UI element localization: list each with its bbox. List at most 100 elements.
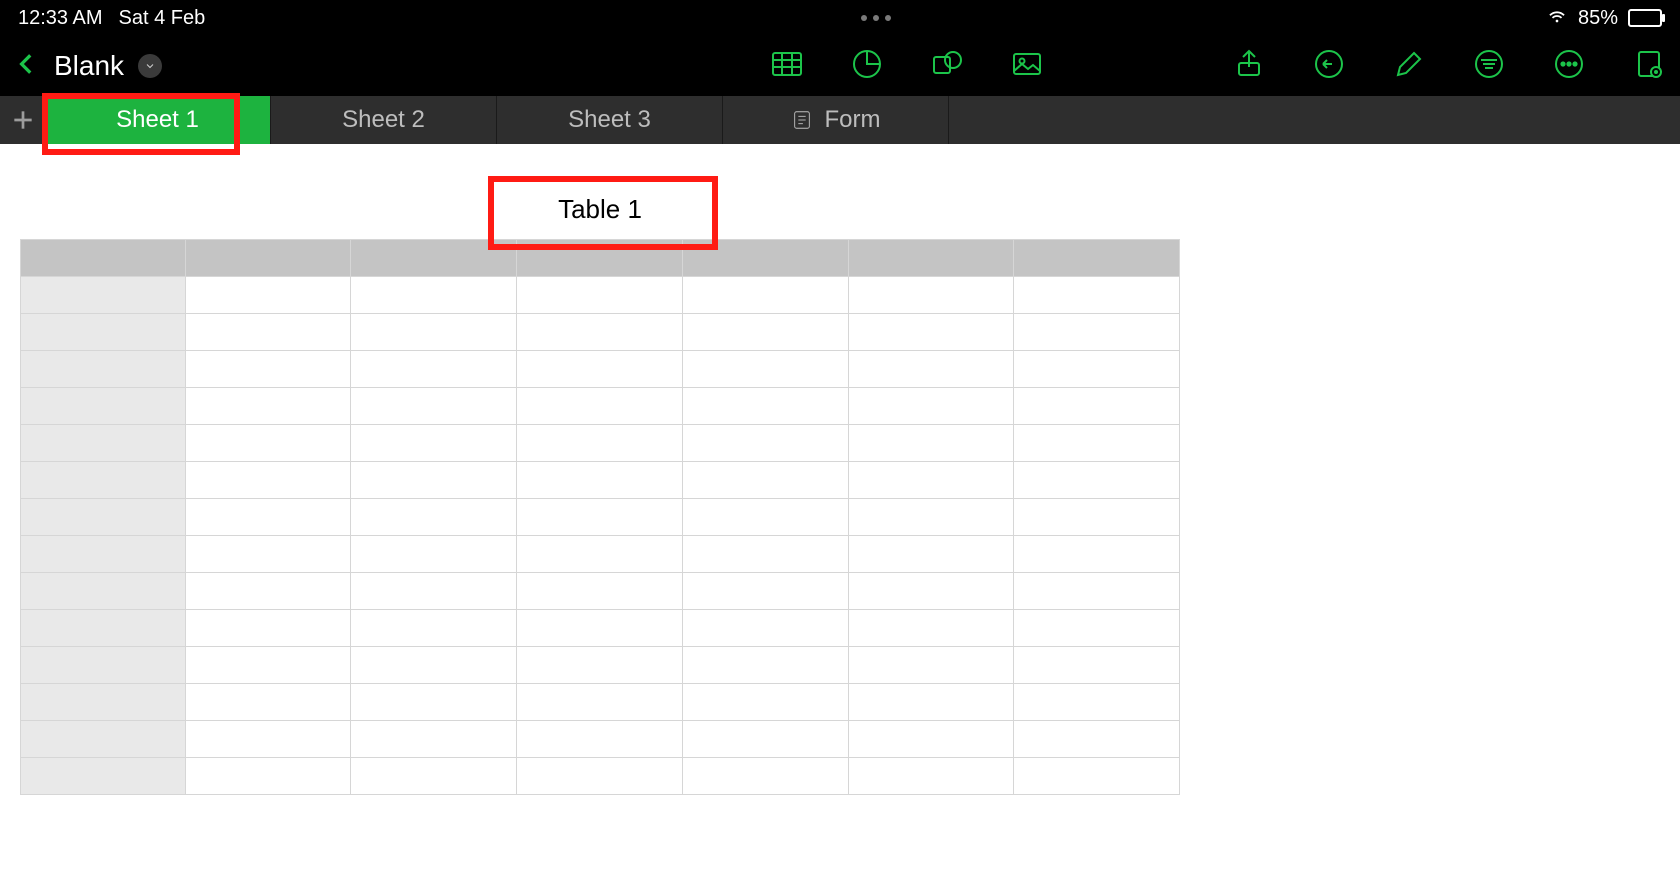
row-header[interactable] [21, 388, 186, 425]
collaborate-icon[interactable] [1632, 47, 1666, 86]
cell[interactable] [351, 573, 517, 610]
cell[interactable] [682, 610, 848, 647]
cell[interactable] [1014, 536, 1180, 573]
cell[interactable] [351, 721, 517, 758]
cell[interactable] [185, 351, 351, 388]
row-header[interactable] [21, 462, 186, 499]
cell[interactable] [848, 610, 1014, 647]
format-brush-icon[interactable] [1392, 47, 1426, 86]
row-header[interactable] [21, 277, 186, 314]
row-header[interactable] [21, 425, 186, 462]
cell[interactable] [517, 758, 683, 795]
cell[interactable] [185, 610, 351, 647]
cell[interactable] [848, 684, 1014, 721]
cell[interactable] [848, 314, 1014, 351]
organize-icon[interactable] [1472, 47, 1506, 86]
cell[interactable] [185, 573, 351, 610]
cell[interactable] [848, 462, 1014, 499]
multitask-dots[interactable] [861, 15, 891, 21]
column-header[interactable] [848, 240, 1014, 277]
cell[interactable] [351, 425, 517, 462]
column-header[interactable] [185, 240, 351, 277]
cell[interactable] [682, 721, 848, 758]
cell[interactable] [351, 684, 517, 721]
cell[interactable] [682, 277, 848, 314]
row-header[interactable] [21, 314, 186, 351]
cell[interactable] [682, 314, 848, 351]
tab-sheet-1[interactable]: Sheet 1 [45, 96, 271, 144]
cell[interactable] [848, 499, 1014, 536]
row-header[interactable] [21, 721, 186, 758]
cell[interactable] [185, 425, 351, 462]
back-button[interactable] [14, 51, 40, 82]
cell[interactable] [682, 351, 848, 388]
cell[interactable] [185, 536, 351, 573]
cell[interactable] [351, 462, 517, 499]
cell[interactable] [185, 314, 351, 351]
table-corner-header[interactable] [21, 240, 186, 277]
cell[interactable] [1014, 314, 1180, 351]
cell[interactable] [682, 462, 848, 499]
cell[interactable] [1014, 647, 1180, 684]
tab-sheet-3[interactable]: Sheet 3 [497, 96, 723, 144]
column-header[interactable] [517, 240, 683, 277]
cell[interactable] [351, 610, 517, 647]
cell[interactable] [1014, 758, 1180, 795]
row-header[interactable] [21, 647, 186, 684]
row-header[interactable] [21, 536, 186, 573]
cell[interactable] [682, 647, 848, 684]
cell[interactable] [517, 351, 683, 388]
cell[interactable] [682, 388, 848, 425]
insert-table-icon[interactable] [770, 47, 804, 86]
cell[interactable] [682, 536, 848, 573]
cell[interactable] [682, 425, 848, 462]
cell[interactable] [1014, 351, 1180, 388]
cell[interactable] [517, 462, 683, 499]
cell[interactable] [848, 758, 1014, 795]
cell[interactable] [1014, 388, 1180, 425]
cell[interactable] [1014, 573, 1180, 610]
cell[interactable] [351, 351, 517, 388]
cell[interactable] [185, 647, 351, 684]
column-header[interactable] [682, 240, 848, 277]
cell[interactable] [517, 277, 683, 314]
column-header[interactable] [351, 240, 517, 277]
cell[interactable] [185, 388, 351, 425]
cell[interactable] [1014, 610, 1180, 647]
insert-media-icon[interactable] [1010, 47, 1044, 86]
row-header[interactable] [21, 573, 186, 610]
cell[interactable] [351, 277, 517, 314]
share-icon[interactable] [1232, 47, 1266, 86]
more-icon[interactable] [1552, 47, 1586, 86]
tab-form[interactable]: Form [723, 96, 949, 144]
cell[interactable] [1014, 462, 1180, 499]
cell[interactable] [848, 536, 1014, 573]
row-header[interactable] [21, 758, 186, 795]
cell[interactable] [848, 277, 1014, 314]
cell[interactable] [517, 499, 683, 536]
add-sheet-button[interactable] [0, 96, 45, 144]
undo-icon[interactable] [1312, 47, 1346, 86]
cell[interactable] [517, 573, 683, 610]
cell[interactable] [848, 647, 1014, 684]
cell[interactable] [1014, 684, 1180, 721]
cell[interactable] [1014, 721, 1180, 758]
cell[interactable] [1014, 425, 1180, 462]
cell[interactable] [185, 758, 351, 795]
cell[interactable] [185, 684, 351, 721]
cell[interactable] [848, 351, 1014, 388]
cell[interactable] [517, 425, 683, 462]
row-header[interactable] [21, 351, 186, 388]
column-header[interactable] [1014, 240, 1180, 277]
cell[interactable] [185, 462, 351, 499]
row-header[interactable] [21, 610, 186, 647]
cell[interactable] [351, 499, 517, 536]
table-title[interactable]: Table 1 [20, 194, 1180, 225]
document-menu-chevron[interactable] [138, 54, 162, 78]
cell[interactable] [517, 314, 683, 351]
cell[interactable] [848, 573, 1014, 610]
cell[interactable] [1014, 499, 1180, 536]
cell[interactable] [1014, 277, 1180, 314]
cell[interactable] [351, 388, 517, 425]
cell[interactable] [517, 684, 683, 721]
